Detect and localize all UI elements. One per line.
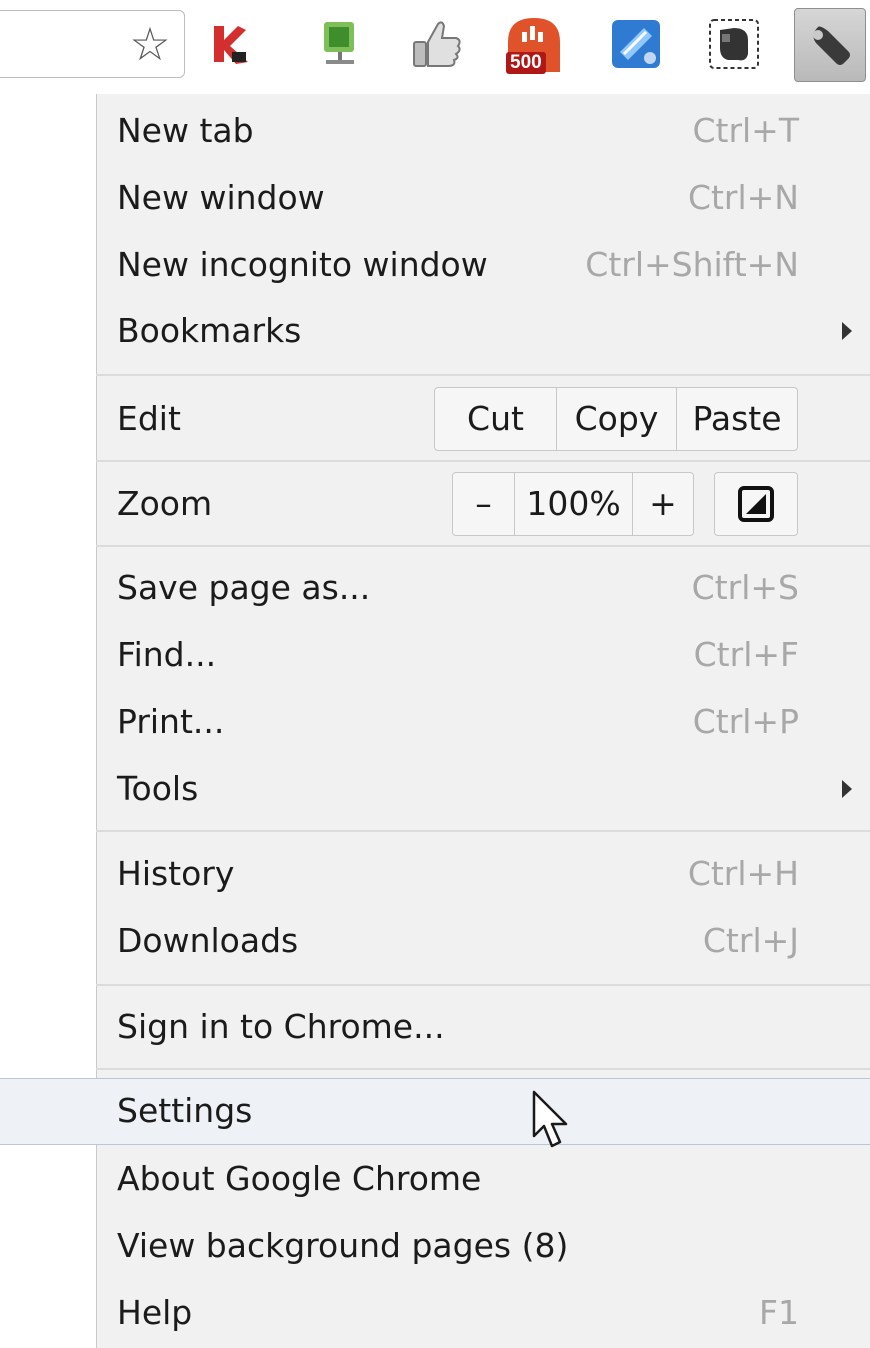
browser-toolbar: ☆ 500 [0, 0, 870, 92]
submenu-arrow-icon [842, 322, 852, 340]
menu-item-label: View background pages (8) [117, 1226, 569, 1265]
mouse-cursor-icon [532, 1090, 568, 1148]
chrome-window: ☆ 500 New tab Ctrl+T New window Ctrl+N N… [0, 0, 870, 1348]
zoom-in-button[interactable]: + [633, 473, 693, 535]
shortcut-label: Ctrl+S [691, 568, 799, 607]
evernote-icon[interactable] [702, 12, 766, 76]
menu-separator [96, 830, 870, 832]
zoom-level-value: 100% [515, 473, 633, 535]
menu-item-new-incognito-window[interactable]: New incognito window Ctrl+Shift+N [96, 232, 870, 298]
evernote-clipper-icon[interactable] [604, 12, 668, 76]
shortcut-label: Ctrl+F [693, 635, 799, 674]
menu-item-label: Print... [117, 702, 225, 741]
menu-item-tools[interactable]: Tools [96, 756, 870, 822]
menu-item-downloads[interactable]: Downloads Ctrl+J [96, 908, 870, 974]
shortcut-label: Ctrl+Shift+N [585, 245, 799, 284]
edit-button-group: Cut Copy Paste [434, 387, 798, 451]
wrench-menu-button[interactable] [794, 8, 866, 82]
zoom-out-button[interactable]: – [453, 473, 515, 535]
menu-item-label: History [117, 854, 235, 893]
menu-item-find[interactable]: Find... Ctrl+F [96, 622, 870, 688]
menu-item-label: New window [117, 178, 325, 217]
shortcut-label: Ctrl+P [692, 702, 799, 741]
menu-item-save-page-as[interactable]: Save page as... Ctrl+S [96, 555, 870, 621]
menu-item-label: New incognito window [117, 245, 488, 284]
menu-item-label: About Google Chrome [117, 1159, 482, 1198]
menu-item-label: Save page as... [117, 568, 371, 607]
menu-item-new-tab[interactable]: New tab Ctrl+T [96, 98, 870, 164]
menu-item-settings[interactable]: Settings [96, 1078, 870, 1144]
bookmark-star-icon[interactable]: ☆ [118, 12, 182, 76]
menu-item-new-window[interactable]: New window Ctrl+N [96, 165, 870, 231]
fullscreen-icon [738, 486, 774, 522]
menu-item-print[interactable]: Print... Ctrl+P [96, 689, 870, 755]
menu-separator [96, 545, 870, 547]
menu-item-bookmarks[interactable]: Bookmarks [96, 298, 870, 364]
paste-button[interactable]: Paste [677, 388, 797, 450]
zoom-control-group: – 100% + [452, 472, 694, 536]
wrench-icon [813, 26, 850, 65]
menu-separator [96, 374, 870, 376]
network-monitor-icon[interactable] [308, 12, 372, 76]
menu-item-label: Tools [117, 769, 199, 808]
menu-item-history[interactable]: History Ctrl+H [96, 841, 870, 907]
menu-separator [96, 1068, 870, 1070]
shortcut-label: Ctrl+T [692, 111, 799, 150]
submenu-arrow-icon [842, 780, 852, 798]
menu-separator [96, 460, 870, 462]
thumbs-up-icon[interactable] [404, 12, 468, 76]
copy-button[interactable]: Copy [557, 388, 677, 450]
shortcut-label: F1 [759, 1293, 799, 1332]
menu-item-label: Find... [117, 635, 217, 674]
menu-separator [96, 984, 870, 986]
500px-icon[interactable]: 500 [502, 12, 566, 76]
menu-item-label: Bookmarks [117, 311, 302, 350]
menu-item-help[interactable]: Help F1 [96, 1280, 870, 1346]
menu-item-label: Downloads [117, 921, 299, 960]
fullscreen-button[interactable] [714, 472, 798, 536]
notification-badge: 500 [506, 52, 546, 74]
menu-item-label: Help [117, 1293, 193, 1332]
menu-item-label: New tab [117, 111, 254, 150]
menu-item-sign-in-to-chrome[interactable]: Sign in to Chrome... [96, 994, 870, 1060]
menu-item-about-google-chrome[interactable]: About Google Chrome [96, 1146, 870, 1212]
cut-button[interactable]: Cut [435, 388, 557, 450]
menu-item-view-background-pages[interactable]: View background pages (8) [96, 1213, 870, 1279]
kaspersky-icon[interactable] [196, 12, 260, 76]
menu-item-label: Settings [117, 1091, 253, 1130]
shortcut-label: Ctrl+J [702, 921, 799, 960]
menu-item-label: Sign in to Chrome... [117, 1007, 445, 1046]
menu-item-label: Edit [117, 399, 181, 438]
shortcut-label: Ctrl+H [687, 854, 799, 893]
shortcut-label: Ctrl+N [687, 178, 799, 217]
menu-item-label: Zoom [117, 484, 213, 523]
